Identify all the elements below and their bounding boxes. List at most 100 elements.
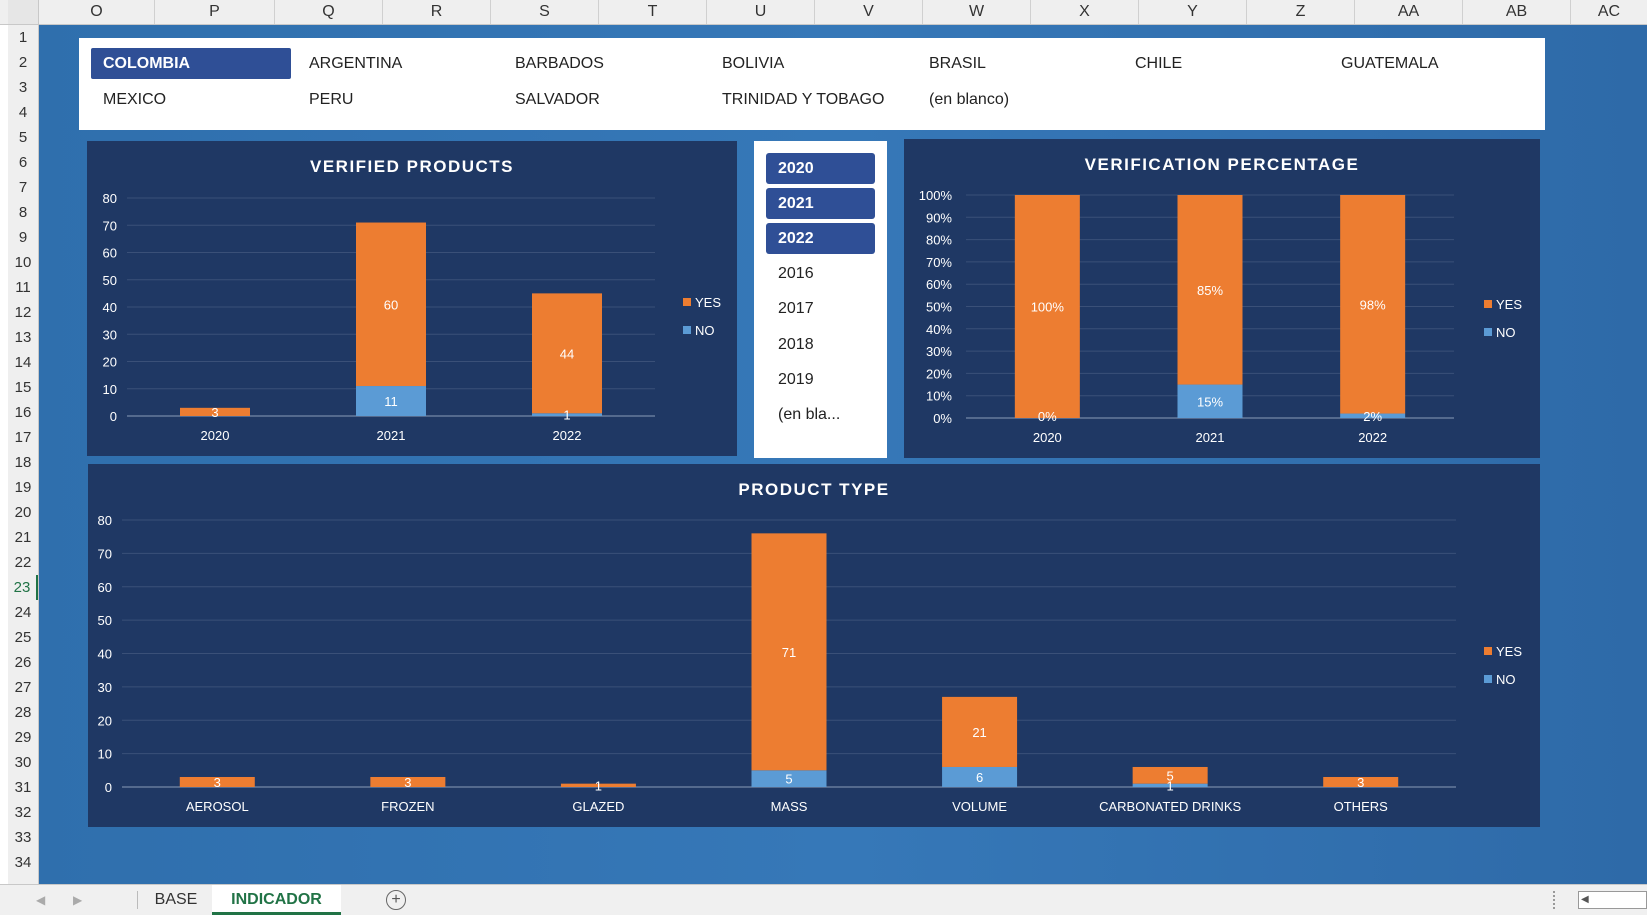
- row-header[interactable]: 26: [8, 650, 38, 675]
- column-header[interactable]: Q: [275, 0, 383, 24]
- column-header[interactable]: S: [491, 0, 599, 24]
- row-header[interactable]: 15: [8, 375, 38, 400]
- row-header[interactable]: 21: [8, 525, 38, 550]
- legend-swatch-no: [683, 326, 691, 334]
- row-header[interactable]: 19: [8, 475, 38, 500]
- column-header[interactable]: AB: [1463, 0, 1571, 24]
- row-header[interactable]: 20: [8, 500, 38, 525]
- column-header[interactable]: R: [383, 0, 491, 24]
- country-slicer-item[interactable]: COLOMBIA: [91, 48, 291, 79]
- column-header[interactable]: T: [599, 0, 707, 24]
- row-header[interactable]: 30: [8, 750, 38, 775]
- country-slicer-item[interactable]: ARGENTINA: [297, 48, 497, 79]
- row-header[interactable]: 31: [8, 775, 38, 800]
- row-header[interactable]: 1: [8, 25, 38, 50]
- scroll-tabs-right-icon[interactable]: ▶: [73, 885, 82, 915]
- column-header[interactable]: Z: [1247, 0, 1355, 24]
- row-header[interactable]: 2: [8, 50, 38, 75]
- row-header[interactable]: 13: [8, 325, 38, 350]
- country-slicer-item[interactable]: SALVADOR: [503, 84, 703, 115]
- row-header[interactable]: 17: [8, 425, 38, 450]
- row-header[interactable]: 34: [8, 850, 38, 875]
- row-header[interactable]: 27: [8, 675, 38, 700]
- row-header[interactable]: 14: [8, 350, 38, 375]
- x-tick-label: OTHERS: [1334, 799, 1389, 814]
- column-header[interactable]: AA: [1355, 0, 1463, 24]
- year-slicer-item[interactable]: 2020: [766, 153, 875, 184]
- column-header[interactable]: V: [815, 0, 923, 24]
- country-slicer-item[interactable]: GUATEMALA: [1329, 48, 1529, 79]
- y-tick-label: 50: [103, 273, 117, 288]
- row-header[interactable]: 11: [8, 275, 38, 300]
- year-slicer-item[interactable]: 2016: [766, 258, 875, 289]
- y-tick-label: 80: [98, 513, 112, 528]
- row-header[interactable]: 8: [8, 200, 38, 225]
- x-tick-label: 2022: [553, 428, 582, 443]
- row-header[interactable]: 6: [8, 150, 38, 175]
- column-header[interactable]: P: [155, 0, 275, 24]
- country-slicer-item[interactable]: PERU: [297, 84, 497, 115]
- data-label-yes: 21: [972, 725, 986, 740]
- column-header[interactable]: AC: [1571, 0, 1647, 24]
- year-slicer-item[interactable]: 2021: [766, 188, 875, 219]
- row-header[interactable]: 4: [8, 100, 38, 125]
- year-slicer-item[interactable]: 2019: [766, 364, 875, 395]
- legend-label-no: NO: [1496, 325, 1516, 340]
- verified-products-plot: 0 10 20 30 40 50 60 70 80 3 2020 11 60 2021 1 44 2022 YES…: [103, 191, 722, 443]
- product-type-chart[interactable]: PRODUCT TYPE 0 10 20 30 40 50 60 70 80 3 AEROSOL 3 F…: [88, 464, 1540, 827]
- x-tick-label: GLAZED: [572, 799, 624, 814]
- x-tick-label: MASS: [771, 799, 808, 814]
- year-slicer-item[interactable]: 2017: [766, 293, 875, 324]
- row-header[interactable]: 3: [8, 75, 38, 100]
- row-header[interactable]: 12: [8, 300, 38, 325]
- row-header[interactable]: 32: [8, 800, 38, 825]
- y-tick-label: 70: [98, 546, 112, 561]
- data-label-yes: 3: [214, 775, 221, 790]
- row-header[interactable]: 33: [8, 825, 38, 850]
- y-tick-label: 10: [98, 747, 112, 762]
- scroll-left-icon[interactable]: ◀: [1581, 892, 1589, 908]
- row-header[interactable]: 29: [8, 725, 38, 750]
- sheet-tab-indicador[interactable]: INDICADOR: [212, 885, 341, 915]
- row-header[interactable]: 5: [8, 125, 38, 150]
- country-slicer-item[interactable]: BRASIL: [917, 48, 1117, 79]
- horizontal-scrollbar[interactable]: ◀: [1578, 891, 1647, 909]
- column-header[interactable]: X: [1031, 0, 1139, 24]
- row-header[interactable]: 10: [8, 250, 38, 275]
- row-header[interactable]: 25: [8, 625, 38, 650]
- data-label-yes: 3: [1357, 775, 1364, 790]
- row-header[interactable]: 18: [8, 450, 38, 475]
- column-header[interactable]: Y: [1139, 0, 1247, 24]
- row-header[interactable]: 22: [8, 550, 38, 575]
- row-header[interactable]: 24: [8, 600, 38, 625]
- year-slicer-item[interactable]: (en bla...: [766, 399, 875, 430]
- tab-split-handle-icon[interactable]: [1553, 891, 1558, 909]
- legend-label-yes: YES: [1496, 297, 1522, 312]
- scroll-tabs-left-icon[interactable]: ◀: [36, 885, 45, 915]
- year-slicer-item[interactable]: 2022: [766, 223, 875, 254]
- country-slicer-item[interactable]: BARBADOS: [503, 48, 703, 79]
- column-header[interactable]: O: [39, 0, 155, 24]
- row-header[interactable]: 16: [8, 400, 38, 425]
- add-sheet-icon[interactable]: +: [386, 890, 406, 910]
- country-slicer-item[interactable]: TRINIDAD Y TOBAGO: [710, 84, 910, 115]
- verified-products-chart[interactable]: VERIFIED PRODUCTS 0 10 20 30 40 50 60 70 80 3 2020…: [87, 141, 737, 456]
- legend-swatch-no: [1484, 675, 1492, 683]
- row-header[interactable]: 9: [8, 225, 38, 250]
- country-slicer-item[interactable]: MEXICO: [91, 84, 291, 115]
- row-header[interactable]: 23: [8, 575, 38, 600]
- legend-label-yes: YES: [1496, 644, 1522, 659]
- row-header[interactable]: 7: [8, 175, 38, 200]
- column-header[interactable]: W: [923, 0, 1031, 24]
- country-slicer-item[interactable]: (en blanco): [917, 84, 1117, 115]
- row-header[interactable]: 28: [8, 700, 38, 725]
- country-slicer-item[interactable]: BOLIVIA: [710, 48, 910, 79]
- y-tick-label: 90%: [926, 210, 952, 225]
- select-all-corner[interactable]: [8, 0, 39, 24]
- sheet-tab-base[interactable]: BASE: [140, 885, 212, 915]
- x-tick-label: AEROSOL: [186, 799, 249, 814]
- verification-percentage-chart[interactable]: VERIFICATION PERCENTAGE 0% 10% 20% 30% 40% 50…: [904, 139, 1540, 458]
- country-slicer-item[interactable]: CHILE: [1123, 48, 1323, 79]
- year-slicer-item[interactable]: 2018: [766, 329, 875, 360]
- column-header[interactable]: U: [707, 0, 815, 24]
